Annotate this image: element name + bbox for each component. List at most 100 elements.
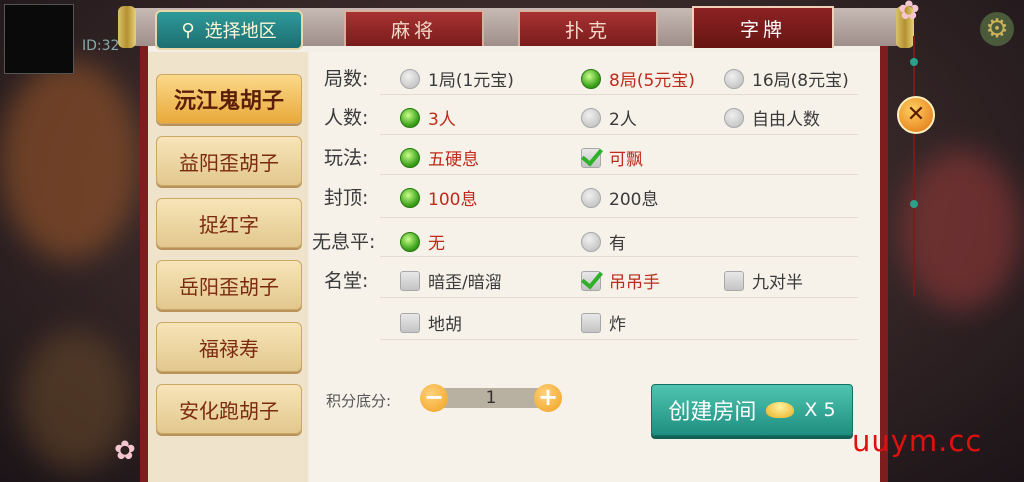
player-id: ID:32 [82, 38, 120, 54]
radio-icon [724, 107, 744, 128]
base-score-label: 积分底分: [326, 392, 392, 410]
radio-selected-icon [400, 107, 420, 128]
rounds-option-1[interactable]: 1局(1元宝) [400, 66, 514, 91]
flower-decoration: ✿ [114, 436, 136, 466]
tab-poker-label: 扑克 [564, 19, 611, 42]
option-label: 地胡 [428, 315, 462, 335]
mingtang-option-dihu[interactable]: 地胡 [400, 310, 462, 335]
checkbox-checked-icon [581, 270, 601, 291]
option-label: 九对半 [752, 273, 803, 293]
radio-selected-icon [400, 147, 420, 168]
game-item-yiyang[interactable]: 益阳歪胡子 [156, 136, 302, 186]
decorative-rope [913, 36, 915, 296]
game-item-label: 福禄寿 [199, 336, 259, 361]
checkbox-icon [400, 312, 420, 333]
option-label: 自由人数 [752, 110, 820, 130]
background-glow-right [900, 150, 1020, 310]
flower-decoration: ✿ [898, 0, 920, 26]
row-divider [380, 217, 858, 218]
option-label: 2人 [609, 110, 637, 130]
scroll-end-left [118, 6, 136, 48]
mingtang-option-diaodiaoshou[interactable]: 吊吊手 [581, 268, 660, 293]
no-xi-option-none[interactable]: 无 [400, 229, 445, 254]
cap-label: 封顶: [324, 187, 369, 209]
radio-selected-icon [400, 231, 420, 252]
rounds-option-8[interactable]: 8局(5元宝) [581, 66, 695, 91]
background-glow-left [0, 60, 140, 260]
increase-score-button[interactable]: + [534, 384, 562, 412]
gold-ingot-icon [766, 402, 795, 418]
row-divider [380, 94, 858, 95]
cap-option-100[interactable]: 100息 [400, 185, 477, 210]
game-item-zhuohongzi[interactable]: 捉红字 [156, 198, 302, 248]
row-divider [380, 256, 858, 257]
game-item-label: 沅江鬼胡子 [173, 89, 284, 114]
tab-zipai-label: 字牌 [739, 18, 786, 41]
location-pin-icon: ⚲ [181, 19, 195, 41]
mingtang-option-jiuduiban[interactable]: 九对半 [724, 268, 803, 293]
create-room-button[interactable]: 创建房间 X 5 [651, 384, 853, 436]
checkbox-icon [581, 312, 601, 333]
mingtang-option-zha[interactable]: 炸 [581, 310, 626, 335]
mingtang-option-anwai[interactable]: 暗歪/暗溜 [400, 268, 502, 293]
option-label: 吊吊手 [609, 273, 660, 293]
bead-decoration [910, 58, 918, 66]
play-label: 玩法: [324, 147, 369, 169]
game-item-label: 安化跑胡子 [179, 398, 279, 423]
play-option-wuyingxi[interactable]: 五硬息 [400, 145, 479, 170]
base-score-value: 1 [485, 388, 497, 408]
select-region-button[interactable]: ⚲ 选择地区 [155, 10, 303, 50]
option-label: 100息 [428, 190, 478, 210]
radio-icon [724, 68, 744, 89]
radio-icon [581, 107, 601, 128]
option-label: 200息 [609, 190, 659, 210]
create-room-label: 创建房间 [668, 400, 757, 425]
game-item-anhua[interactable]: 安化跑胡子 [156, 384, 302, 434]
players-label: 人数: [324, 107, 369, 129]
tab-mahjong-label: 麻将 [390, 19, 437, 42]
mingtang-label: 名堂: [324, 270, 369, 292]
radio-selected-icon [400, 187, 420, 208]
radio-icon [581, 187, 601, 208]
checkbox-icon [400, 270, 420, 291]
tab-mahjong[interactable]: 麻将 [344, 10, 484, 46]
close-button[interactable]: ✕ [897, 96, 935, 134]
checkbox-icon [724, 270, 744, 291]
tab-poker[interactable]: 扑克 [518, 10, 658, 46]
players-option-2[interactable]: 2人 [581, 105, 637, 130]
create-room-cost: X 5 [804, 399, 836, 421]
option-label: 3人 [428, 110, 456, 130]
option-label: 1局(1元宝) [428, 71, 514, 91]
game-item-fulushou[interactable]: 福禄寿 [156, 322, 302, 372]
rounds-option-16[interactable]: 16局(8元宝) [724, 66, 849, 91]
game-item-yueyang[interactable]: 岳阳歪胡子 [156, 260, 302, 310]
players-option-3[interactable]: 3人 [400, 105, 456, 130]
game-item-yuanjiang[interactable]: 沅江鬼胡子 [156, 74, 302, 124]
gear-icon[interactable]: ⚙ [980, 12, 1014, 46]
option-label: 16局(8元宝) [752, 71, 849, 91]
game-item-label: 益阳歪胡子 [179, 150, 279, 175]
row-divider [380, 134, 858, 135]
game-item-label: 捉红字 [199, 212, 259, 237]
cap-option-200[interactable]: 200息 [581, 185, 658, 210]
row-divider [380, 339, 858, 340]
radio-selected-icon [581, 68, 601, 89]
avatar[interactable] [4, 4, 74, 74]
play-option-kepiao[interactable]: 可飘 [581, 145, 643, 170]
row-divider [380, 174, 858, 175]
option-label: 暗歪/暗溜 [428, 273, 502, 293]
radio-icon [581, 231, 601, 252]
rounds-label: 局数: [324, 68, 369, 90]
option-label: 8局(5元宝) [609, 71, 695, 91]
tab-zipai[interactable]: 字牌 [692, 6, 834, 48]
no-xi-option-have[interactable]: 有 [581, 229, 626, 254]
decrease-score-button[interactable]: − [420, 384, 448, 412]
close-icon: ✕ [906, 102, 926, 127]
players-option-free[interactable]: 自由人数 [724, 105, 820, 130]
game-item-label: 岳阳歪胡子 [179, 274, 279, 299]
option-label: 有 [609, 234, 626, 254]
base-score-stepper: − 1 + [420, 384, 562, 412]
option-label: 五硬息 [428, 150, 479, 170]
option-label: 可飘 [609, 150, 643, 170]
bead-decoration [910, 200, 918, 208]
